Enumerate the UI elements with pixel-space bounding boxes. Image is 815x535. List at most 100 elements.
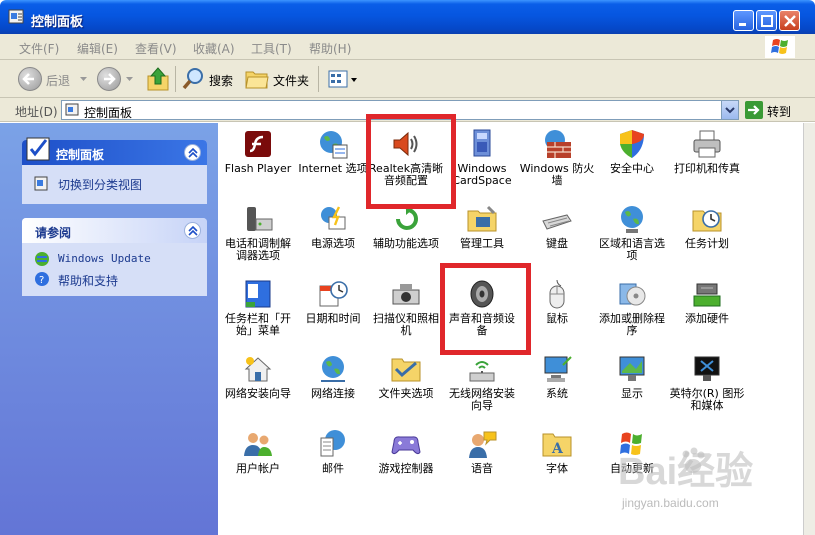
item-intel-graphics-media[interactable]: 英特尔(R) 图形和媒体: [669, 353, 745, 412]
printer-icon: [693, 130, 721, 158]
clock-icon: [319, 281, 348, 307]
item-network-connections[interactable]: 网络连接: [295, 353, 371, 400]
item-keyboard[interactable]: 键盘: [519, 203, 595, 250]
maximize-button[interactable]: [756, 10, 777, 31]
display-icon: [619, 356, 645, 381]
menu-tools[interactable]: 工具(T): [251, 40, 292, 57]
control-panel-box-header[interactable]: 控制面板: [22, 137, 207, 165]
item-label: 添加硬件: [685, 312, 729, 325]
switch-view-icon: [34, 176, 48, 191]
chevron-up-icon: [188, 148, 198, 158]
highlight-sounds-audio-devices: [440, 263, 531, 355]
see-also-title: 请参阅: [35, 226, 72, 240]
menu-view[interactable]: 查看(V): [135, 40, 177, 57]
camera-icon: [392, 284, 420, 305]
minimize-button[interactable]: [733, 10, 754, 31]
item-wireless-network-wizard[interactable]: 无线网络安装向导: [444, 353, 520, 412]
item-label: Internet 选项: [298, 162, 368, 175]
help-and-support-link[interactable]: 帮助和支持: [58, 272, 118, 289]
item-date-time[interactable]: 日期和时间: [295, 278, 371, 325]
item-windows-firewall[interactable]: Windows 防火墙: [519, 128, 595, 187]
help-icon: ?: [35, 272, 49, 286]
item-user-accounts[interactable]: 用户帐户: [220, 428, 296, 475]
item-folder-options[interactable]: 文件夹选项: [368, 353, 444, 400]
up-folder-icon[interactable]: [146, 66, 170, 92]
item-label: 系统: [546, 387, 568, 400]
taskbar-icon: [245, 280, 271, 308]
collapse-button[interactable]: [184, 144, 201, 161]
back-label[interactable]: 后退: [46, 72, 70, 89]
go-button[interactable]: [745, 101, 763, 119]
windows-update-link[interactable]: Windows Update: [58, 252, 151, 265]
views-icon: [328, 70, 357, 88]
chevron-down-icon: [80, 77, 87, 81]
item-speech[interactable]: 语音: [444, 428, 520, 475]
cardspace-icon: [473, 129, 491, 157]
item-add-remove-programs[interactable]: 添加或删除程序: [594, 278, 670, 337]
switch-to-category-view-link[interactable]: 切换到分类视图: [58, 176, 142, 193]
search-icon[interactable]: [181, 66, 207, 92]
item-accessibility[interactable]: 辅助功能选项: [368, 203, 444, 250]
menu-edit[interactable]: 编辑(E): [77, 40, 118, 57]
vertical-scrollbar[interactable]: [803, 123, 815, 535]
shield-icon: [620, 130, 644, 158]
watermark-url: jingyan.baidu.com: [622, 496, 719, 510]
item-scheduled-tasks[interactable]: 任务计划: [669, 203, 745, 250]
item-label: 文件夹选项: [378, 387, 434, 400]
item-admin-tools[interactable]: 管理工具: [444, 203, 520, 250]
see-also-box-header[interactable]: 请参阅: [22, 218, 207, 243]
item-mail[interactable]: 邮件: [295, 428, 371, 475]
network-connections-icon: [321, 356, 345, 382]
see-also-box: 请参阅 Windows Update ? 帮助和支持: [22, 218, 207, 296]
item-internet-options[interactable]: Internet 选项: [295, 128, 371, 175]
item-display[interactable]: 显示: [594, 353, 670, 400]
menu-favorites[interactable]: 收藏(A): [193, 40, 235, 57]
item-game-controllers[interactable]: 游戏控制器: [368, 428, 444, 475]
back-button[interactable]: [18, 67, 42, 91]
windows-logo-icon: [765, 36, 795, 58]
folder-icon: [391, 358, 421, 382]
folders-icon[interactable]: [245, 68, 269, 90]
menu-help[interactable]: 帮助(H): [309, 40, 351, 57]
views-button[interactable]: [326, 68, 358, 90]
folders-button[interactable]: 文件夹: [273, 72, 309, 89]
item-label: 任务栏和「开始」菜单: [225, 312, 291, 337]
toolbar-separator: [318, 66, 319, 92]
item-printers-faxes[interactable]: 打印机和传真: [669, 128, 745, 175]
close-button[interactable]: [779, 10, 800, 31]
item-label: 网络安装向导: [225, 387, 291, 400]
phone-modem-icon: [247, 207, 273, 231]
item-label: 添加或删除程序: [599, 312, 665, 337]
item-fonts[interactable]: A 字体: [519, 428, 595, 475]
collapse-button[interactable]: [184, 222, 201, 239]
item-label: 显示: [621, 387, 643, 400]
control-panel-box: 控制面板 切换到分类视图: [22, 137, 207, 204]
control-panel-box-title: 控制面板: [56, 148, 105, 162]
item-regional-language[interactable]: 区域和语言选项: [594, 203, 670, 262]
search-button[interactable]: 搜索: [209, 72, 233, 89]
item-label: 电源选项: [311, 237, 355, 250]
item-network-setup-wizard[interactable]: 网络安装向导: [220, 353, 296, 400]
item-flash-player[interactable]: Flash Player: [220, 128, 296, 175]
chevron-down-icon: [126, 77, 133, 81]
maximize-icon: [761, 15, 773, 27]
item-label: Flash Player: [224, 162, 292, 175]
menu-file[interactable]: 文件(F): [19, 40, 59, 57]
power-icon: [321, 206, 346, 230]
item-power-options[interactable]: 电源选项: [295, 203, 371, 250]
go-label[interactable]: 转到: [767, 103, 791, 120]
item-label: 邮件: [322, 462, 344, 475]
item-add-hardware[interactable]: 添加硬件: [669, 278, 745, 325]
flash-player-icon: [245, 131, 271, 157]
item-security-center[interactable]: 安全中心: [594, 128, 670, 175]
close-icon: [784, 15, 796, 27]
forward-button[interactable]: [97, 67, 121, 91]
address-dropdown-button[interactable]: [721, 101, 738, 119]
back-arrow-icon: [22, 73, 34, 85]
item-scanners-cameras[interactable]: 扫描仪和照相机: [368, 278, 444, 337]
item-taskbar-start[interactable]: 任务栏和「开始」菜单: [220, 278, 296, 337]
svg-text:?: ?: [39, 275, 44, 286]
item-phone-modem[interactable]: 电话和调制解调器选项: [220, 203, 296, 262]
item-label: 游戏控制器: [378, 462, 434, 475]
item-system[interactable]: 系统: [519, 353, 595, 400]
